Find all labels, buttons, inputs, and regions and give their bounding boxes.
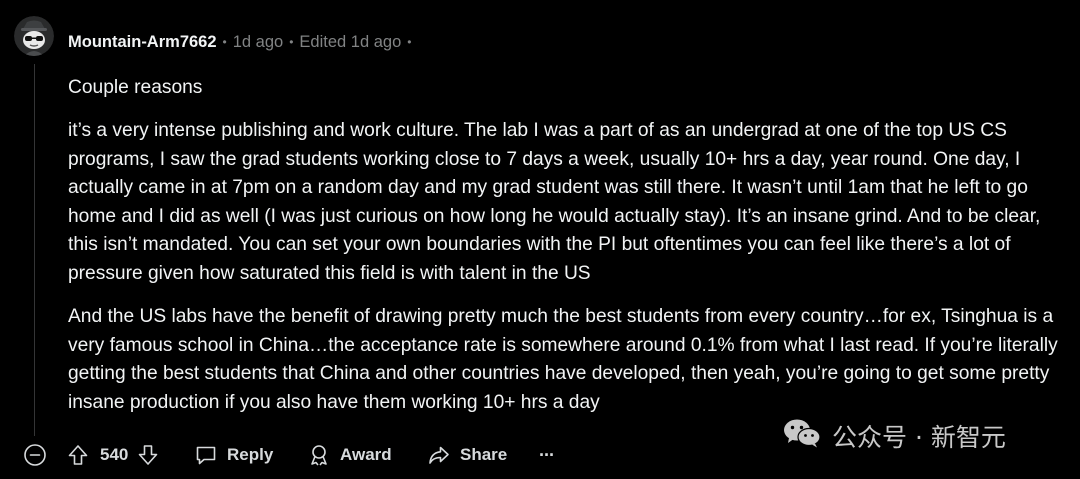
edited-time: Edited 1d ago: [299, 32, 402, 51]
vote-group: 540: [66, 440, 160, 470]
comment-action-bar: 540 Reply Award Share ···: [0, 434, 760, 476]
upvote-arrow-icon: [68, 445, 88, 465]
award-label: Award: [340, 445, 392, 464]
separator-dot: •: [407, 35, 412, 49]
vote-count: 540: [100, 445, 129, 464]
comment-header: Mountain-Arm7662 • 1d ago • Edited 1d ag…: [68, 30, 417, 54]
comment-paragraph: Couple reasons: [68, 77, 203, 98]
comment-body: Couple reasons it’s a very intense publi…: [68, 74, 1068, 432]
username-link[interactable]: Mountain-Arm7662: [68, 33, 217, 52]
separator-dot: •: [222, 35, 227, 49]
posted-time[interactable]: 1d ago: [233, 33, 283, 52]
collapse-minus-icon: [24, 444, 46, 466]
wechat-icon: [782, 417, 822, 455]
award-button[interactable]: Award: [307, 440, 392, 470]
share-button[interactable]: Share: [427, 440, 507, 470]
watermark-text: 公众号 · 新智元: [832, 423, 1006, 452]
thread-line[interactable]: [34, 64, 35, 436]
downvote-button[interactable]: [136, 443, 160, 467]
comment-paragraph: it’s a very intense publishing and work …: [68, 120, 1041, 285]
more-options-button[interactable]: ···: [539, 440, 555, 470]
award-ribbon-icon: [307, 443, 331, 467]
comment-paragraph: And the US labs have the benefit of draw…: [68, 306, 1058, 413]
avatar[interactable]: [14, 16, 54, 56]
collapse-button[interactable]: [23, 443, 47, 467]
share-arrow-icon: [427, 443, 451, 467]
more-options-icon: ···: [539, 444, 555, 465]
snoo-avatar-icon: [14, 16, 54, 56]
separator-dot: •: [289, 35, 294, 49]
watermark: 公众号 · 新智元: [782, 418, 1006, 454]
reply-label: Reply: [227, 445, 274, 464]
speech-bubble-icon: [194, 443, 218, 467]
downvote-arrow-icon: [139, 445, 158, 465]
share-label: Share: [460, 445, 508, 464]
reply-button[interactable]: Reply: [194, 440, 273, 470]
upvote-button[interactable]: [66, 443, 90, 467]
